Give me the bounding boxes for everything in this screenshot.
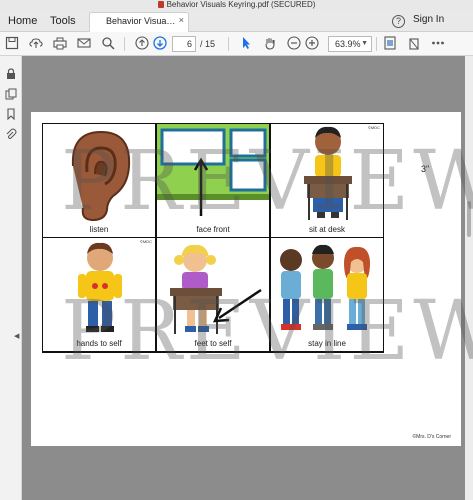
classroom-board-illustration: [157, 124, 269, 216]
chevron-down-icon: ▼: [361, 40, 368, 47]
save-icon[interactable]: [4, 36, 20, 52]
page-total: / 15: [200, 39, 216, 49]
card-stay-in-line: stay in line: [270, 237, 384, 352]
rotate-icon[interactable]: [406, 36, 422, 52]
boy-at-desk-illustration: [304, 126, 352, 220]
dimension-label: 3": [421, 164, 430, 174]
copyright-credit: ©Mrs. D's Corner: [412, 434, 451, 440]
card-caption: face front: [196, 225, 230, 234]
zoom-out-icon[interactable]: [286, 36, 302, 52]
zoom-select[interactable]: 63.9% ▼: [328, 36, 372, 52]
print-icon[interactable]: [52, 36, 68, 52]
boy-hands-to-self-illustration: [78, 242, 122, 332]
tab-tools[interactable]: Tools: [50, 13, 76, 29]
bookmark-icon[interactable]: [5, 108, 17, 121]
more-icon[interactable]: [430, 36, 446, 52]
card-sit-at-desk: ©MDC sit at desk: [270, 123, 384, 238]
lock-icon[interactable]: [5, 68, 17, 80]
card-mark: ©MDC: [367, 125, 380, 130]
toolbar: 6 / 15 63.9% ▼: [0, 32, 473, 86]
close-tab-icon[interactable]: ×: [179, 15, 184, 25]
search-icon[interactable]: [100, 36, 116, 52]
card-caption: feet to self: [194, 339, 232, 348]
pdf-file-icon: [157, 1, 164, 9]
hand-icon[interactable]: [262, 36, 278, 52]
page-down-icon[interactable]: [152, 36, 168, 52]
card-caption: stay in line: [308, 339, 346, 348]
pdf-page: listen face front ©MDC sit at desk ©MDC …: [31, 112, 473, 446]
page-number-input[interactable]: 6: [172, 36, 196, 52]
zoom-in-icon[interactable]: [304, 36, 320, 52]
mail-icon[interactable]: [76, 36, 92, 52]
tab-home[interactable]: Home: [8, 13, 37, 29]
card-feet-to-self: feet to self: [156, 237, 270, 352]
tab-bar: Home Tools Behavior Visuals ... × ? Sign…: [0, 10, 473, 32]
upload-icon[interactable]: [28, 36, 44, 52]
window-title: Behavior Visuals Keyring.pdf (SECURED): [0, 0, 473, 10]
ear-illustration: [71, 130, 131, 222]
card-face-front: face front: [156, 123, 270, 238]
select-arrow-icon[interactable]: [238, 36, 254, 52]
zoom-value: 63.9%: [335, 39, 361, 49]
sign-in-button[interactable]: Sign In: [413, 14, 444, 25]
window-title-text: Behavior Visuals Keyring.pdf (SECURED): [166, 0, 316, 9]
toolbar-divider: [376, 37, 377, 51]
card-mark: ©MDC: [139, 239, 152, 244]
help-icon[interactable]: ?: [392, 15, 405, 28]
attachment-icon[interactable]: [5, 128, 17, 140]
card-listen: listen: [42, 123, 156, 238]
fit-page-icon[interactable]: [382, 36, 398, 52]
toolbar-divider: [124, 37, 125, 51]
page-up-icon[interactable]: [134, 36, 150, 52]
tab-document[interactable]: Behavior Visuals ... ×: [89, 12, 189, 32]
scroll-thumb[interactable]: [467, 201, 471, 237]
card-caption: sit at desk: [308, 225, 345, 234]
vertical-scrollbar[interactable]: [465, 56, 473, 500]
window-title-bar: Behavior Visuals Keyring.pdf (SECURED): [0, 0, 473, 10]
girl-at-desk-illustration: [170, 244, 262, 334]
card-caption: listen: [89, 225, 109, 234]
collapse-left-icon[interactable]: ◀: [14, 332, 19, 340]
copy-icon[interactable]: [5, 88, 17, 100]
card-hands-to-self: ©MDC hands to self: [42, 237, 156, 352]
visual-card-grid: listen face front ©MDC sit at desk ©MDC …: [42, 123, 384, 353]
kids-in-line-illustration: [280, 244, 370, 330]
tab-document-label: Behavior Visuals ...: [106, 16, 176, 26]
card-caption: hands to self: [76, 339, 122, 348]
left-sidebar: ◀: [0, 56, 22, 500]
toolbar-divider: [228, 37, 229, 51]
